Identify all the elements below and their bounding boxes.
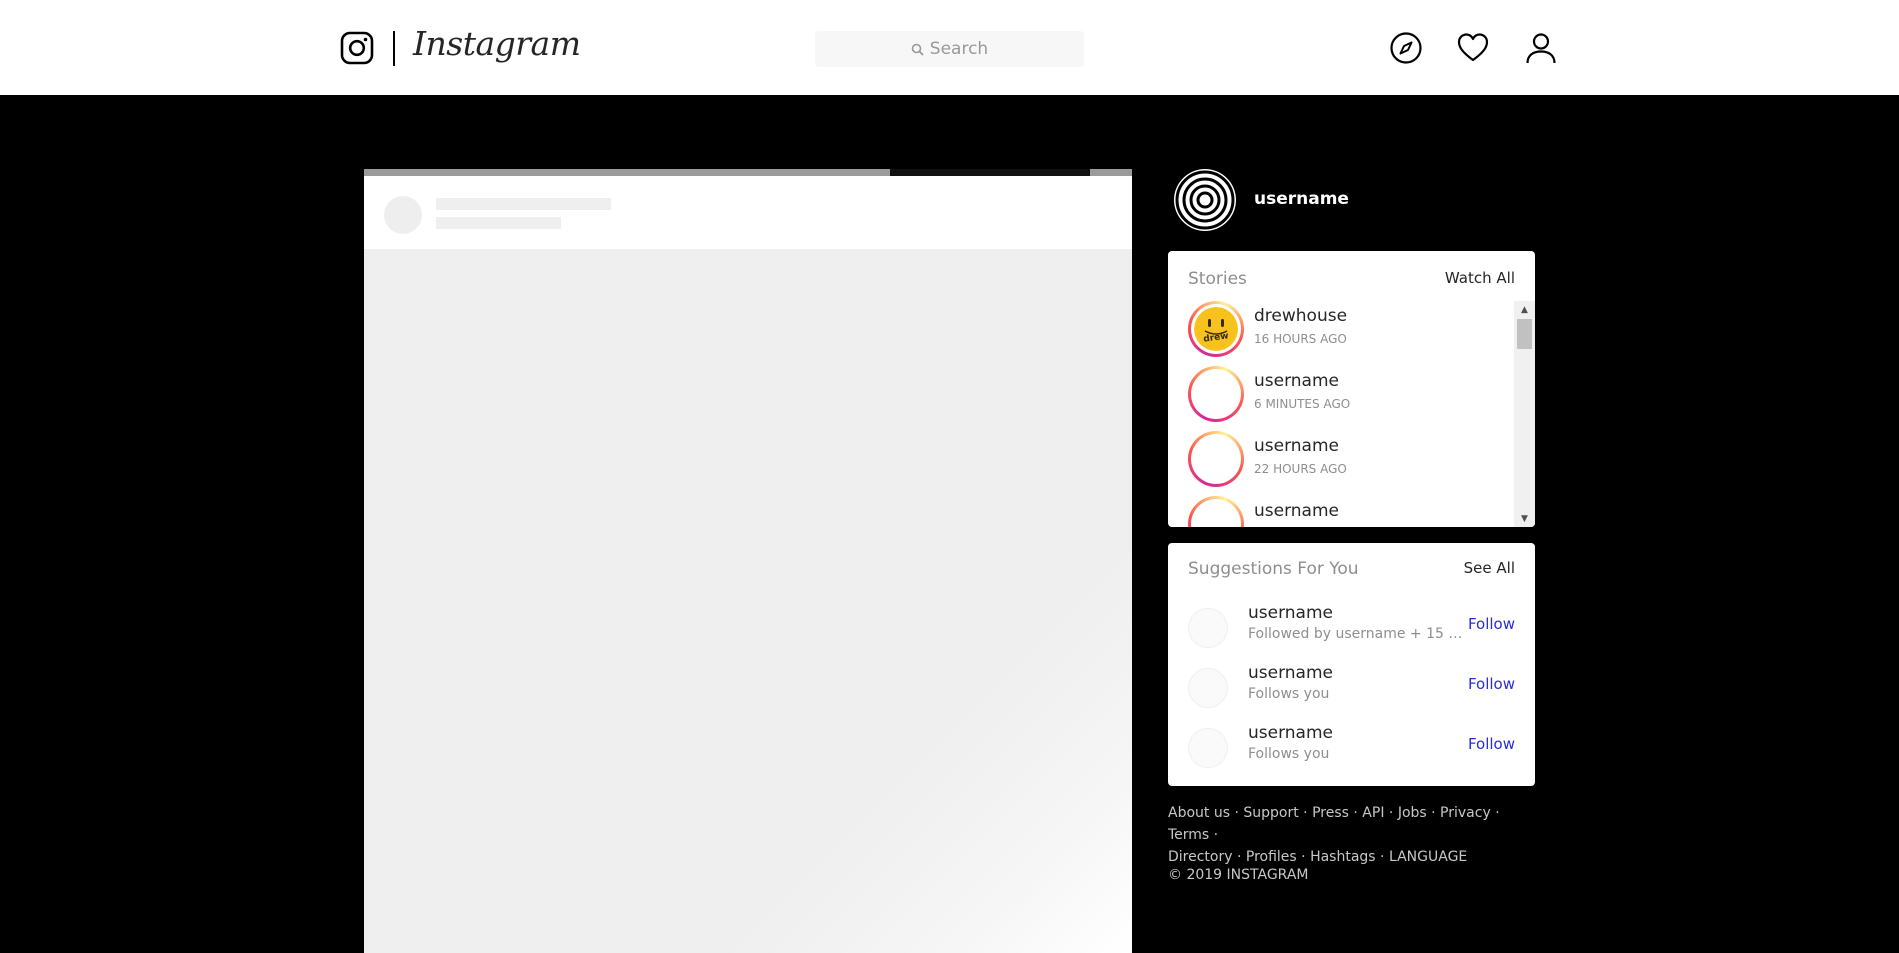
suggestion-username[interactable]: username xyxy=(1248,663,1333,683)
logo-divider xyxy=(393,31,395,66)
footer-links: About us · Support · Press · API · Jobs … xyxy=(1168,805,1500,865)
scrollbar-thumb[interactable] xyxy=(1517,319,1532,349)
suggestion-subtitle: Follows you xyxy=(1248,686,1330,702)
search-icon xyxy=(911,43,924,56)
search-placeholder: Search xyxy=(929,39,989,59)
stories-title: Stories xyxy=(1188,269,1247,289)
progress-segment xyxy=(890,169,1090,176)
avatar xyxy=(1194,372,1238,416)
avatar[interactable] xyxy=(1173,168,1237,232)
suggestion-subtitle: Followed by username + 15 more xyxy=(1248,626,1463,642)
story-username: username xyxy=(1254,501,1339,521)
stories-panel: Stories Watch All drew drewhouse 16 HOUR… xyxy=(1168,251,1535,527)
footer-link-directory[interactable]: Directory xyxy=(1168,849,1233,865)
suggestion-item: username Followed by username + 15 more … xyxy=(1188,601,1515,651)
stories-scrollbar[interactable]: ▲ ▼ xyxy=(1514,301,1535,527)
story-item[interactable]: drew drewhouse 16 HOURS AGO xyxy=(1188,301,1508,357)
story-timestamp: 22 HOURS AGO xyxy=(1254,462,1347,476)
footer-link-hashtags[interactable]: Hashtags xyxy=(1310,849,1376,865)
post-media-skeleton xyxy=(364,249,1132,953)
story-ring xyxy=(1188,496,1244,527)
footer-link-language[interactable]: LANGUAGE xyxy=(1389,849,1467,865)
compass-icon[interactable] xyxy=(1389,31,1423,65)
watch-all-link[interactable]: Watch All xyxy=(1445,269,1515,287)
suggestion-username[interactable]: username xyxy=(1248,723,1333,743)
suggestions-panel: Suggestions For You See All username Fol… xyxy=(1168,543,1535,786)
story-timestamp: 6 MINUTES AGO xyxy=(1254,397,1351,411)
feed-post-placeholder xyxy=(364,169,1132,953)
story-item[interactable]: username xyxy=(1188,496,1508,527)
suggestions-title: Suggestions For You xyxy=(1188,559,1359,579)
stories-list: drew drewhouse 16 HOURS AGO username 6 M… xyxy=(1168,301,1513,527)
story-ring xyxy=(1188,431,1244,487)
follow-button[interactable]: Follow xyxy=(1468,615,1515,633)
story-username: drewhouse xyxy=(1254,306,1348,326)
copyright: © 2019 INSTAGRAM xyxy=(1168,867,1309,883)
story-username: username xyxy=(1254,371,1339,391)
story-item[interactable]: username 22 HOURS AGO xyxy=(1188,431,1508,487)
footer-link-privacy[interactable]: Privacy xyxy=(1440,805,1491,821)
footer-link-terms[interactable]: Terms xyxy=(1168,827,1209,843)
footer-link-press[interactable]: Press xyxy=(1312,805,1349,821)
see-all-link[interactable]: See All xyxy=(1464,559,1515,577)
story-ring xyxy=(1188,366,1244,422)
footer-link-api[interactable]: API xyxy=(1362,805,1384,821)
profile-username[interactable]: username xyxy=(1254,189,1349,209)
search-input[interactable]: Search xyxy=(815,31,1084,67)
progress-segment xyxy=(364,169,890,176)
footer-link-support[interactable]: Support xyxy=(1243,805,1298,821)
avatar xyxy=(1194,437,1238,481)
post-header-skeleton xyxy=(364,176,1132,249)
story-progress-bar xyxy=(364,169,1132,176)
follow-button[interactable]: Follow xyxy=(1468,735,1515,753)
footer-link-profiles[interactable]: Profiles xyxy=(1246,849,1297,865)
user-icon[interactable] xyxy=(1524,31,1558,65)
story-item[interactable]: username 6 MINUTES AGO xyxy=(1188,366,1508,422)
instagram-glyph-icon[interactable] xyxy=(340,31,374,65)
heart-icon[interactable] xyxy=(1456,31,1490,65)
drewhouse-smiley-icon: drew xyxy=(1194,307,1238,351)
suggestion-item: username Follows you Follow xyxy=(1188,721,1515,771)
avatar-skeleton xyxy=(384,196,422,234)
avatar xyxy=(1194,502,1238,527)
suggestion-subtitle: Follows you xyxy=(1248,746,1330,762)
suggestion-username[interactable]: username xyxy=(1248,603,1333,623)
story-username: username xyxy=(1254,436,1339,456)
avatar[interactable] xyxy=(1188,608,1228,648)
scroll-down-arrow-icon[interactable]: ▼ xyxy=(1514,510,1535,527)
follow-button[interactable]: Follow xyxy=(1468,675,1515,693)
scroll-up-arrow-icon[interactable]: ▲ xyxy=(1514,301,1535,318)
footer-link-about[interactable]: About us xyxy=(1168,805,1230,821)
instagram-wordmark[interactable]: Instagram xyxy=(413,24,581,63)
suggestion-item: username Follows you Follow xyxy=(1188,661,1515,711)
top-navbar: Instagram Search xyxy=(0,0,1899,95)
progress-segment xyxy=(1090,169,1132,176)
avatar[interactable] xyxy=(1188,668,1228,708)
story-ring: drew xyxy=(1188,301,1244,357)
text-skeleton xyxy=(436,217,561,229)
current-user[interactable]: username xyxy=(1173,168,1533,232)
story-timestamp: 16 HOURS AGO xyxy=(1254,332,1347,346)
text-skeleton xyxy=(436,198,611,210)
avatar[interactable] xyxy=(1188,728,1228,768)
footer-link-jobs[interactable]: Jobs xyxy=(1398,805,1427,821)
